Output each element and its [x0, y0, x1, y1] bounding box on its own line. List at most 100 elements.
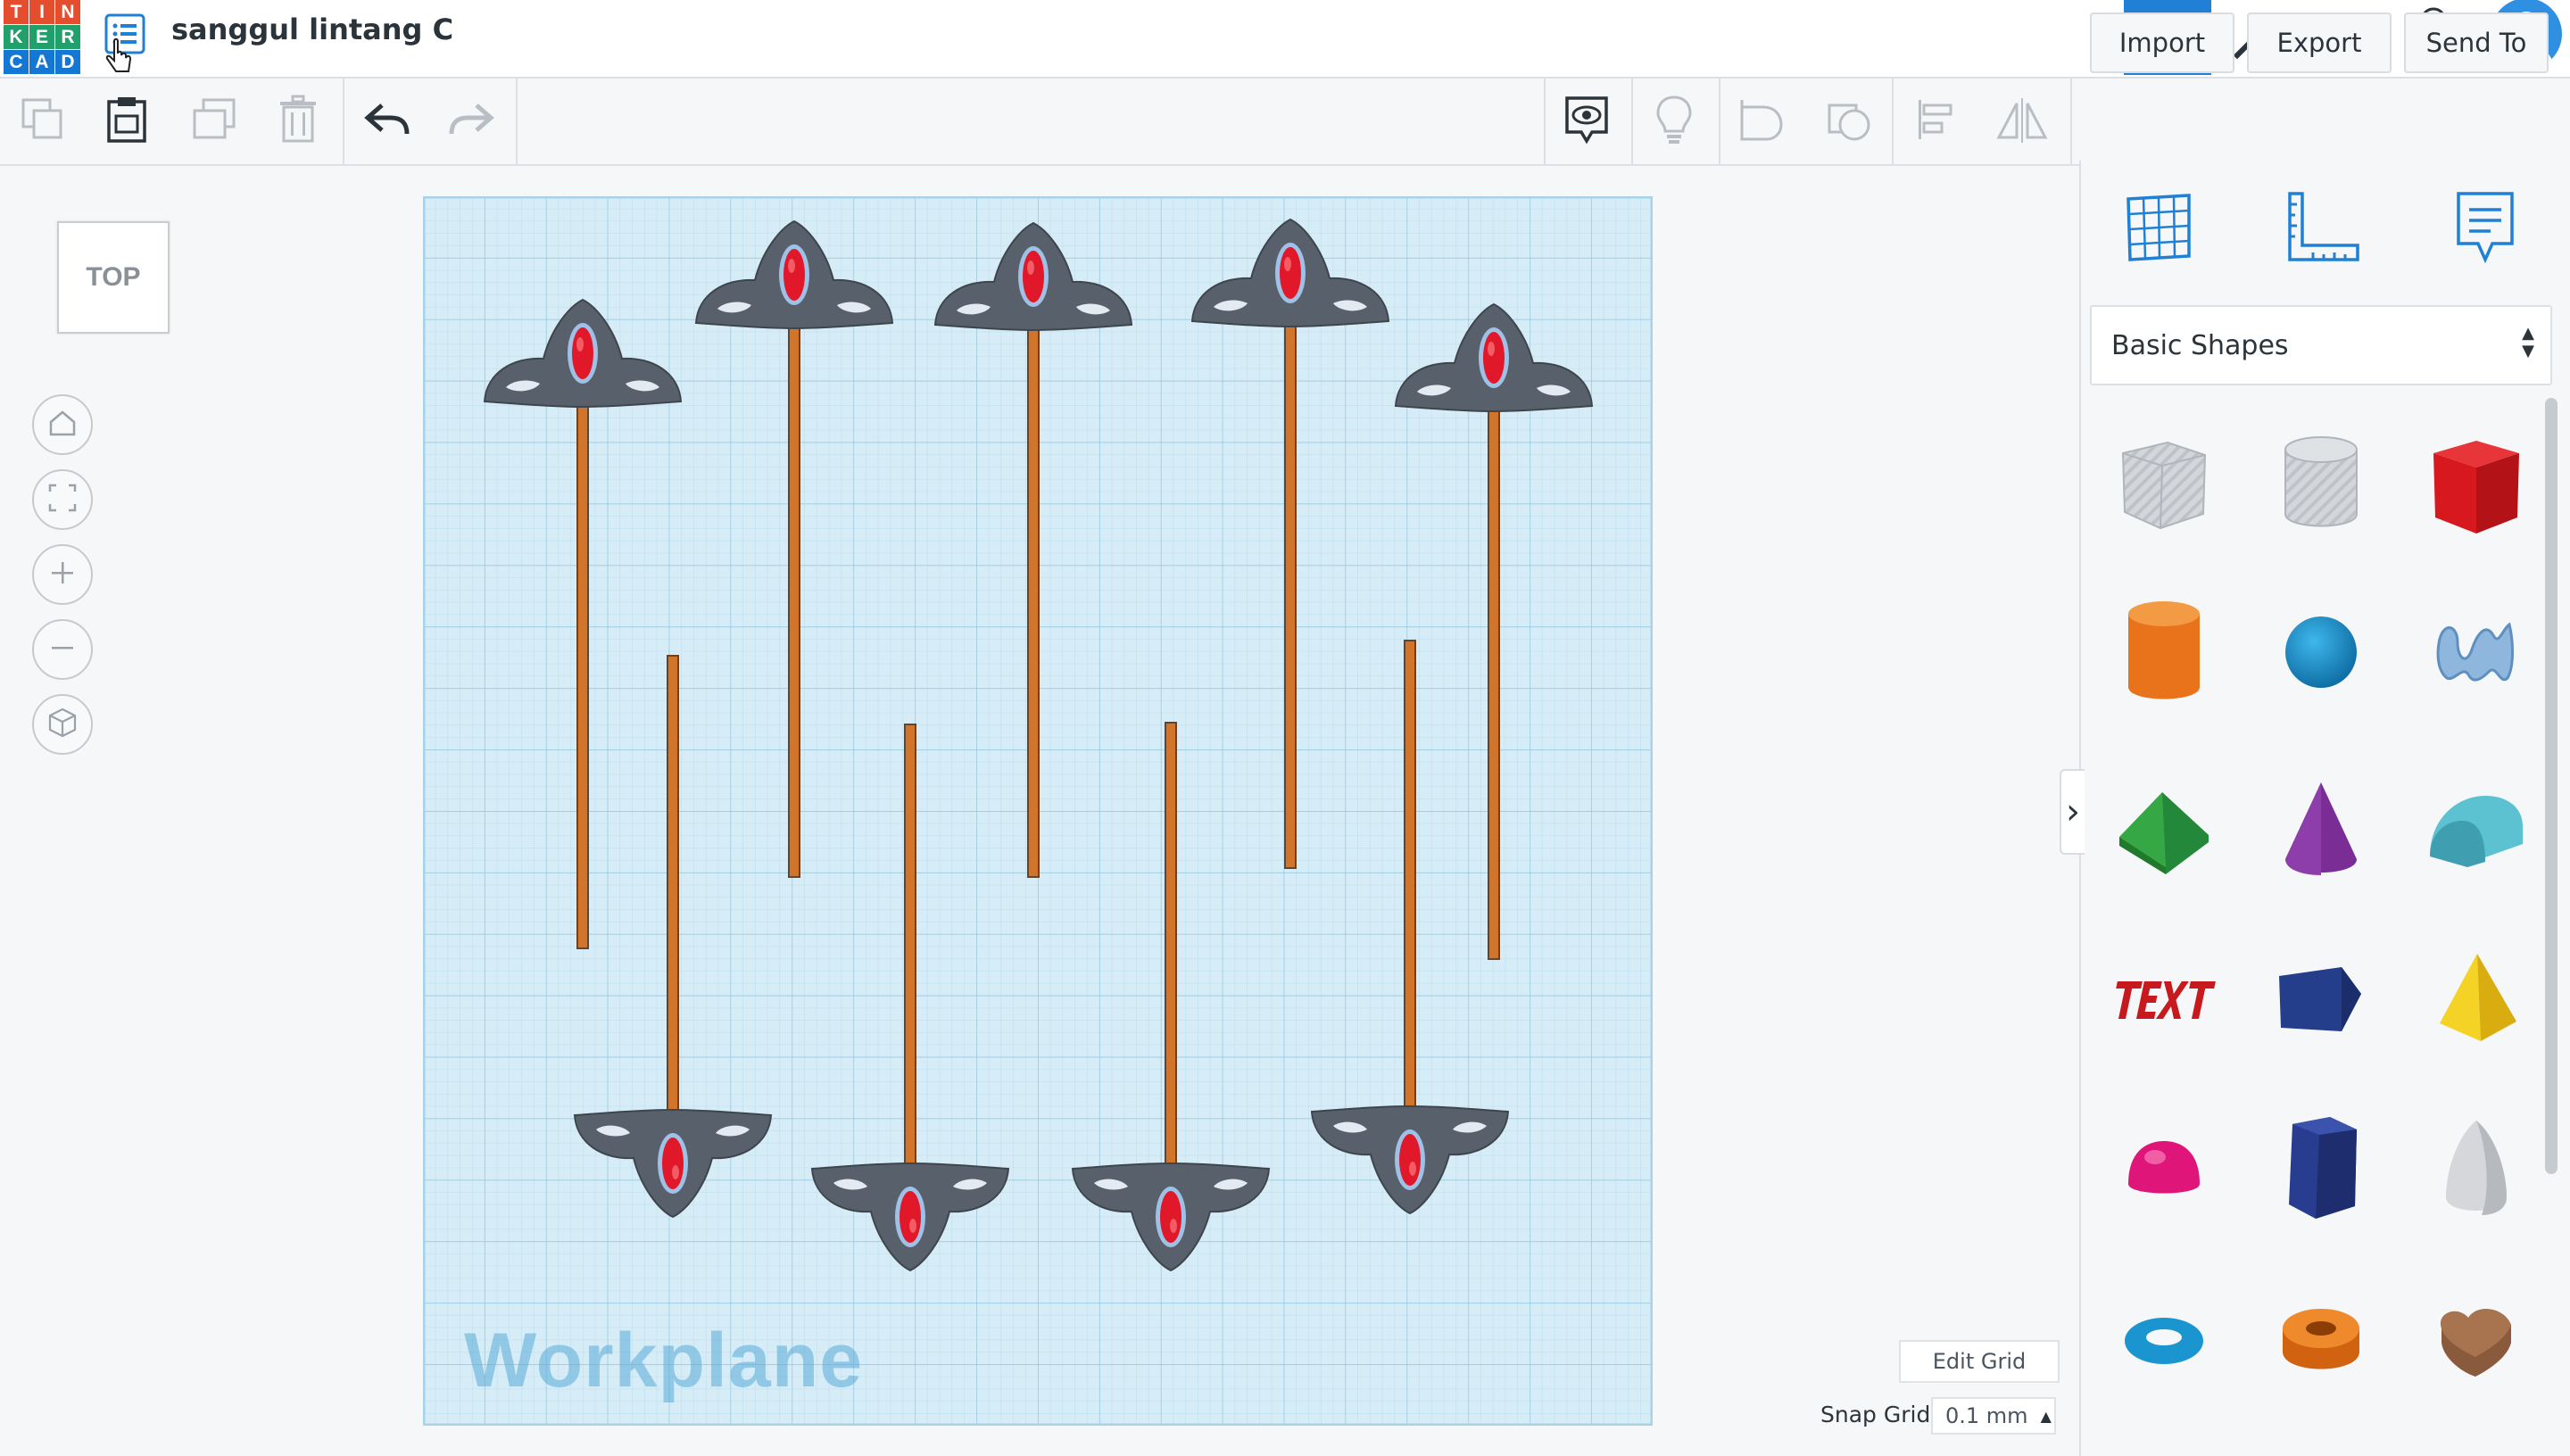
shape-cylinder[interactable] — [2097, 576, 2231, 728]
shape-box-hole[interactable] — [2097, 407, 2231, 558]
lightbulb-icon — [1654, 94, 1694, 149]
shape-polygon[interactable] — [2254, 924, 2388, 1076]
edit-toolbar — [0, 79, 2079, 166]
logo-letter: I — [29, 0, 54, 24]
tinkercad-logo[interactable]: T I N K E R C A D — [4, 0, 82, 74]
shape-library-dropdown[interactable]: Basic Shapes ▲ ▼ — [2090, 305, 2552, 385]
collapse-panel-button[interactable]: › — [2060, 769, 2085, 855]
home-view-button[interactable] — [32, 394, 93, 455]
text-3d-icon — [2116, 981, 2216, 1019]
export-button[interactable]: Export — [2247, 12, 2392, 73]
logo-letter: E — [29, 25, 54, 49]
cone-icon — [2285, 782, 2357, 875]
toolbar-divider — [1544, 79, 1546, 164]
perspective-cube-icon — [46, 707, 79, 742]
sort-arrows-icon: ▲ ▼ — [2522, 324, 2534, 360]
design-title[interactable]: sanggul lintang C — [171, 12, 453, 46]
logo-letter: T — [4, 0, 29, 24]
ungroup-button[interactable] — [1822, 95, 1876, 148]
import-button[interactable]: Import — [2090, 12, 2234, 73]
mirror-icon — [1995, 96, 2049, 146]
shape-box[interactable] — [2409, 407, 2543, 558]
undo-icon — [364, 102, 410, 141]
pin-stick — [904, 724, 916, 1214]
shape-pyramid[interactable] — [2409, 924, 2543, 1076]
align-button[interactable] — [1910, 95, 1963, 148]
snap-grid-value: 0.1 mm — [1945, 1403, 2028, 1428]
scribble-icon — [2436, 622, 2514, 682]
align-icon — [1913, 96, 1960, 146]
half-sphere-icon — [2128, 1141, 2200, 1194]
show-hide-button[interactable] — [1560, 95, 1613, 148]
shape-round-roof[interactable] — [2409, 755, 2543, 906]
pin-stick — [1165, 722, 1177, 1214]
shape-hexagonal-prism[interactable] — [2254, 1094, 2388, 1245]
redo-button[interactable] — [444, 95, 498, 148]
chevron-right-icon: › — [2066, 791, 2080, 832]
clipboard-icon — [104, 95, 150, 148]
workplane[interactable] — [423, 196, 1653, 1426]
ruler-icon — [2283, 190, 2363, 269]
roof-icon — [2119, 792, 2209, 874]
edit-grid-button[interactable]: Edit Grid — [1899, 1340, 2060, 1383]
logo-letter: R — [55, 25, 80, 49]
zoom-out-button[interactable] — [32, 619, 93, 680]
note-icon — [2451, 188, 2519, 270]
view-cube[interactable]: TOP — [57, 221, 170, 334]
cylinder-icon — [2128, 601, 2200, 699]
paste-button[interactable] — [100, 95, 153, 148]
shapes-scrollbar[interactable] — [2545, 398, 2558, 1174]
delete-button[interactable] — [271, 95, 325, 148]
snap-grid-dropdown[interactable]: 0.1 mm ▲ — [1931, 1397, 2056, 1435]
paraboloid-icon — [2446, 1121, 2507, 1215]
workplane-label: Workplane — [464, 1318, 864, 1403]
shapes-grid — [2097, 407, 2543, 1456]
mirror-button[interactable] — [1995, 95, 2049, 148]
logo-letter: N — [55, 0, 80, 24]
shape-heart[interactable] — [2409, 1263, 2543, 1415]
sphere-icon — [2285, 616, 2357, 688]
logo-letter: K — [4, 25, 29, 49]
trash-icon — [277, 95, 319, 148]
shape-tube[interactable] — [2254, 1263, 2388, 1415]
group-button[interactable] — [1735, 95, 1788, 148]
group-icon — [1737, 95, 1787, 148]
box-icon — [2433, 441, 2519, 534]
toolbar-divider — [2070, 79, 2072, 164]
mouse-pointer-icon — [105, 36, 136, 77]
hint-button[interactable] — [1647, 95, 1701, 148]
shape-roof[interactable] — [2097, 755, 2231, 906]
logo-letter: C — [4, 50, 29, 74]
logo-letter: D — [55, 50, 80, 74]
zoom-in-button[interactable] — [32, 544, 93, 605]
plus-icon — [49, 559, 76, 590]
shape-cone[interactable] — [2254, 755, 2388, 906]
tube-icon — [2283, 1309, 2359, 1369]
logo-letter: A — [29, 50, 54, 74]
shape-scribble[interactable] — [2409, 576, 2543, 728]
pin-stick — [1027, 279, 1040, 878]
perspective-toggle-button[interactable] — [32, 694, 93, 755]
shape-half-sphere[interactable] — [2097, 1094, 2231, 1245]
cylinder-hole-icon — [2284, 436, 2358, 527]
shape-torus[interactable] — [2097, 1263, 2231, 1415]
shape-cylinder-hole[interactable] — [2254, 407, 2388, 558]
workplane-tool-button[interactable] — [2117, 187, 2201, 271]
pyramid-icon — [2440, 954, 2516, 1041]
pin-stick — [788, 277, 800, 878]
fit-view-button[interactable] — [32, 469, 93, 530]
polygon-icon — [2279, 967, 2361, 1031]
workplane-grid-icon — [2121, 190, 2196, 269]
fit-to-view-icon — [47, 483, 78, 517]
shape-text[interactable] — [2097, 924, 2231, 1076]
pin-stick — [1488, 360, 1500, 960]
notes-tool-button[interactable] — [2443, 187, 2527, 271]
shape-paraboloid[interactable] — [2409, 1094, 2543, 1245]
copy-button[interactable] — [16, 95, 70, 148]
ungroup-icon — [1824, 95, 1874, 148]
duplicate-button[interactable] — [187, 95, 241, 148]
undo-button[interactable] — [361, 95, 414, 148]
send-to-button[interactable]: Send To — [2404, 12, 2549, 73]
shape-sphere[interactable] — [2254, 576, 2388, 728]
ruler-tool-button[interactable] — [2281, 187, 2365, 271]
